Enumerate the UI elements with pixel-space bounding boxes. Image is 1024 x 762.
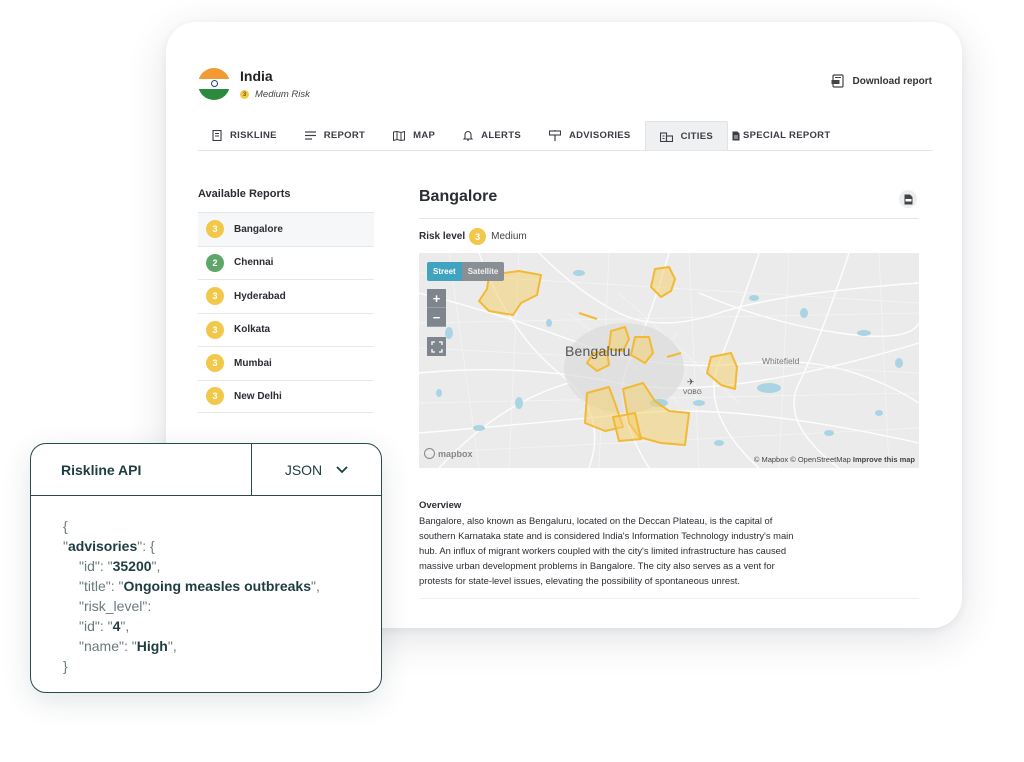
download-report-button[interactable]: Download report: [831, 74, 932, 88]
json-code-block: { "advisories": { "id": "35200", "title"…: [63, 518, 320, 674]
api-title: Riskline API: [61, 461, 142, 478]
overview-section: Overview Bangalore, also known as Bengal…: [419, 498, 801, 588]
zoom-controls: + −: [427, 289, 446, 327]
risk-level-badge: 3: [206, 320, 224, 339]
chevron-down-icon: [336, 465, 348, 473]
map-style-toggle: Street Satellite: [427, 262, 505, 281]
tab-cities[interactable]: CITIES: [644, 121, 728, 150]
risk-badge: 3: [240, 90, 249, 99]
map-canvas: [419, 253, 919, 468]
risk-level-badge: 3: [206, 387, 224, 406]
mapbox-logo[interactable]: mapbox: [424, 448, 473, 459]
signpost-icon: [548, 130, 561, 141]
api-header: Riskline API JSON: [31, 444, 381, 496]
report-item-kolkata[interactable]: 3 Kolkata: [198, 312, 374, 347]
pdf-download-icon: [831, 74, 844, 88]
country-header: India 3 Medium Risk: [198, 68, 310, 100]
available-reports-list: 3 Bangalore 2 Chennai 3 Hyderabad 3 Kolk…: [198, 212, 374, 413]
map-label-whitefield: Whitefield: [762, 356, 800, 366]
street-button[interactable]: Street: [427, 262, 462, 281]
pdf-file-icon: [904, 194, 912, 204]
satellite-button[interactable]: Satellite: [461, 262, 505, 281]
fullscreen-icon: [430, 340, 443, 353]
report-item-mumbai[interactable]: 3 Mumbai: [198, 346, 374, 380]
api-code-card: Riskline API JSON { "advisories": { "id"…: [30, 443, 382, 693]
tab-advisories[interactable]: ADVISORIES: [535, 121, 645, 150]
lines-icon: [304, 131, 316, 140]
format-dropdown[interactable]: JSON: [251, 444, 381, 495]
city-map[interactable]: Street Satellite + − Bengaluru Whitefiel…: [419, 253, 919, 468]
risk-label: Medium Risk: [255, 89, 310, 100]
tab-report[interactable]: REPORT: [291, 121, 379, 150]
tab-bar: RISKLINE REPORT MAP ALERTS ADVISORIES CI…: [198, 121, 933, 151]
improve-map-link[interactable]: Improve this map: [853, 455, 915, 464]
document-icon: [212, 130, 222, 141]
divider: [419, 598, 919, 599]
map-attribution: © Mapbox © OpenStreetMap Improve this ma…: [753, 455, 915, 464]
tab-special-report[interactable]: SPECIAL REPORT: [728, 121, 844, 150]
tab-map[interactable]: MAP: [379, 121, 449, 150]
available-reports-title: Available Reports: [198, 188, 291, 200]
map-label-airport: VOBG: [683, 389, 702, 396]
risk-level-badge: 2: [206, 253, 224, 272]
india-flag-icon: [198, 68, 230, 100]
airport-icon: ✈: [687, 377, 695, 387]
download-label: Download report: [852, 75, 932, 87]
overview-heading: Overview: [419, 500, 462, 511]
risk-level-badge: 3: [469, 228, 487, 245]
city-title: Bangalore: [419, 188, 498, 205]
risk-level-badge: 3: [206, 287, 224, 306]
city-risk-level: Risk level 3 Medium: [419, 228, 527, 245]
risk-level-badge: 3: [206, 354, 224, 373]
zoom-out-button[interactable]: −: [427, 308, 446, 327]
buildings-icon: [659, 131, 673, 142]
map-label-city: Bengaluru: [565, 343, 631, 359]
divider: [419, 218, 919, 219]
overview-text: Bangalore, also known as Bengaluru, loca…: [419, 515, 794, 586]
pdf-icon[interactable]: [899, 190, 917, 208]
tab-riskline[interactable]: RISKLINE: [198, 121, 291, 150]
bell-icon: [463, 131, 474, 141]
risk-level-badge: 3: [206, 220, 224, 239]
country-risk: 3 Medium Risk: [240, 89, 310, 100]
mapbox-logo-icon: [424, 448, 435, 459]
report-item-chennai[interactable]: 2 Chennai: [198, 245, 374, 280]
zoom-in-button[interactable]: +: [427, 289, 446, 308]
report-item-bangalore[interactable]: 3 Bangalore: [198, 212, 374, 246]
fullscreen-button[interactable]: [427, 337, 446, 356]
report-item-new-delhi[interactable]: 3 New Delhi: [198, 379, 374, 413]
tab-alerts[interactable]: ALERTS: [449, 121, 535, 150]
country-name: India: [240, 68, 273, 84]
report-item-hyderabad[interactable]: 3 Hyderabad: [198, 279, 374, 313]
file-icon: [732, 131, 740, 140]
map-icon: [393, 130, 406, 141]
